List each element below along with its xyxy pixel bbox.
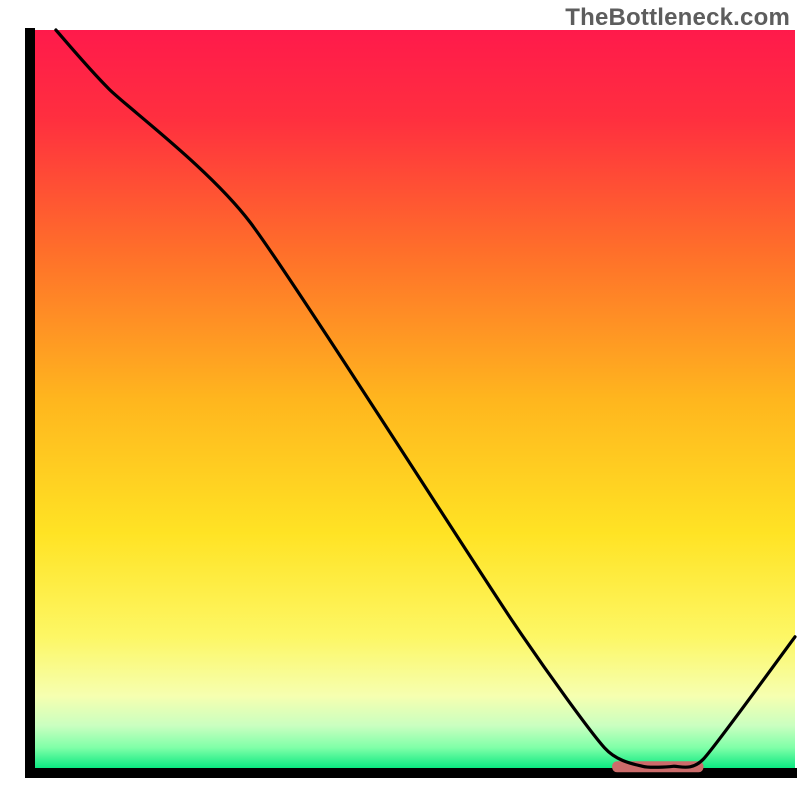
y-axis bbox=[25, 28, 35, 776]
watermark-text: TheBottleneck.com bbox=[565, 4, 790, 32]
bottleneck-chart bbox=[0, 0, 800, 800]
plot-background bbox=[33, 30, 795, 770]
chart-root: TheBottleneck.com bbox=[0, 0, 800, 800]
